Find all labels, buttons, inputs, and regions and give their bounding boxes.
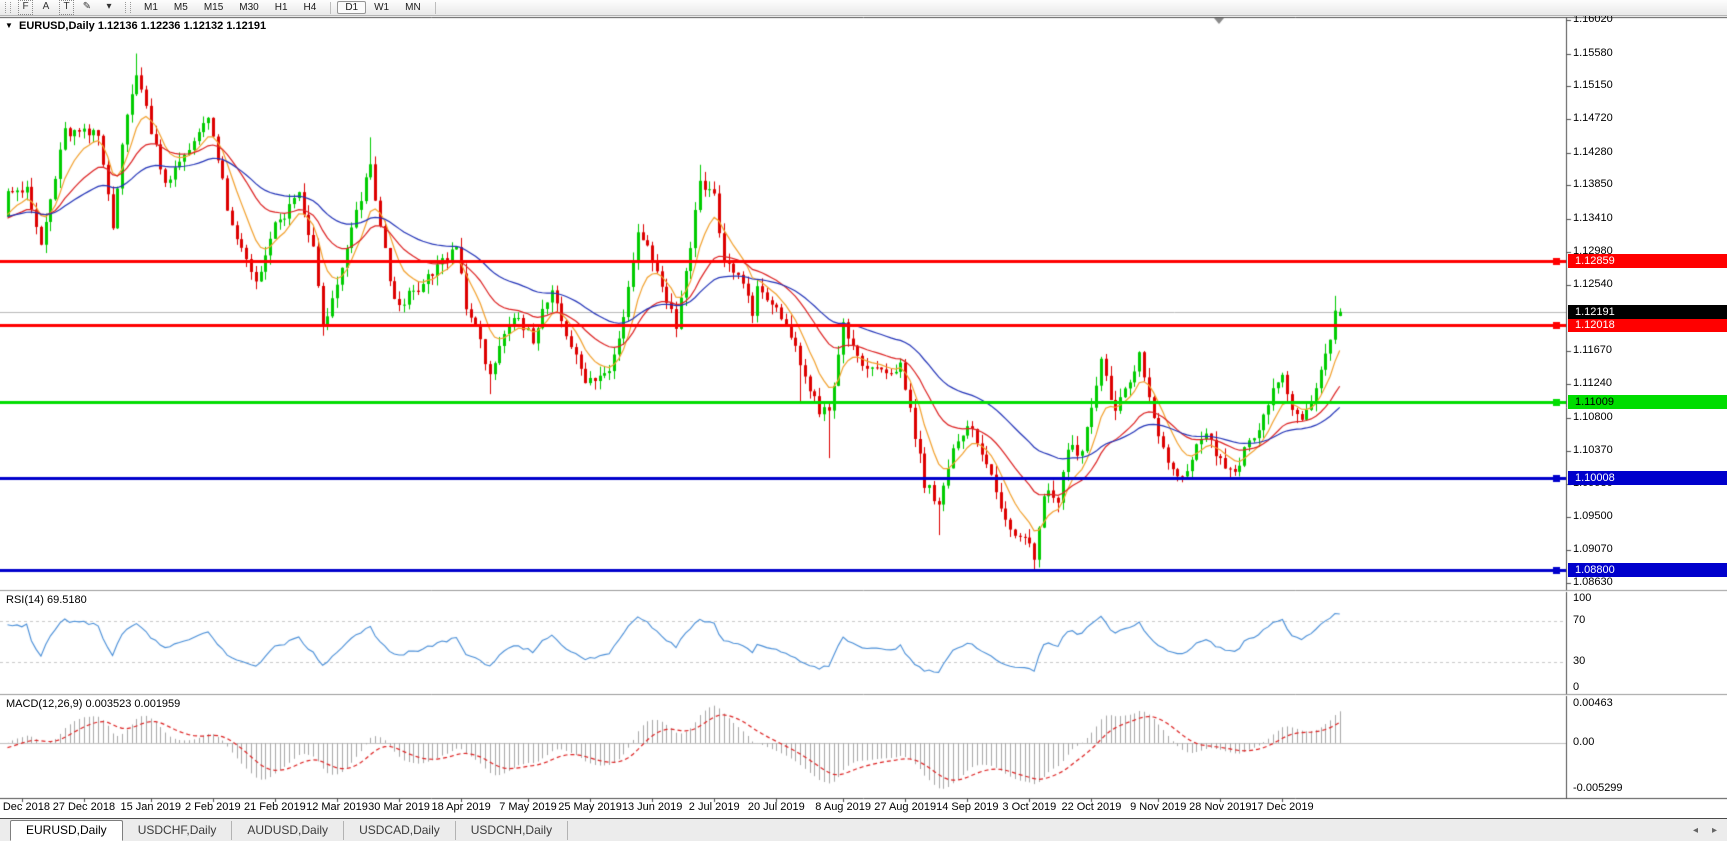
timeframe-button-H4[interactable]: H4 — [296, 1, 325, 14]
fibo-tool-icon[interactable]: F — [18, 0, 33, 15]
chart-tab-eurusd[interactable]: EURUSD,Daily — [10, 820, 123, 841]
draw-tool-caret-icon[interactable]: ▾ — [100, 1, 118, 14]
timeframe-button-M5[interactable]: M5 — [166, 1, 196, 14]
tabs-scroll-right-icon[interactable]: ▸ — [1712, 825, 1717, 836]
toolbar-grip-icon[interactable] — [125, 2, 131, 13]
timeframe-button-W1[interactable]: W1 — [366, 1, 397, 14]
draw-tool-icon[interactable]: ✎ — [78, 1, 96, 14]
timeframe-button-H1[interactable]: H1 — [267, 1, 296, 14]
timeframe-button-M30[interactable]: M30 — [231, 1, 266, 14]
tabs-scroll-left-icon[interactable]: ◂ — [1693, 825, 1698, 836]
toolbar-divider — [435, 2, 436, 14]
application-window: FAT✎▾ M1M5M15M30H1H4D1W1MN ▼ EURUSD,Dail… — [0, 0, 1727, 841]
timeframe-buttons-group: M1M5M15M30H1H4 D1W1MN — [136, 1, 429, 14]
chart-tab-usdcad[interactable]: USDCAD,Daily — [344, 821, 456, 840]
timeframe-button-D1[interactable]: D1 — [337, 1, 366, 14]
chart-tab-bar: EURUSD,DailyUSDCHF,DailyAUDUSD,DailyUSDC… — [0, 818, 1727, 841]
label-tool-icon[interactable]: T — [59, 0, 74, 15]
price-chart-canvas[interactable] — [0, 0, 1727, 841]
chart-tab-audusd[interactable]: AUDUSD,Daily — [232, 821, 344, 840]
drawing-tools-group: FAT ✎ ▾ — [16, 0, 120, 15]
chart-tab-usdcnh[interactable]: USDCNH,Daily — [456, 821, 568, 840]
timeframe-button-MN[interactable]: MN — [397, 1, 429, 14]
top-toolbar: FAT ✎ ▾ M1M5M15M30H1H4 D1W1MN — [0, 0, 1727, 16]
toolbar-divider — [330, 2, 331, 14]
toolbar-grip-icon[interactable] — [5, 2, 11, 13]
tab-scroll-arrows: ◂ ▸ — [1693, 819, 1727, 841]
chart-tab-usdchf[interactable]: USDCHF,Daily — [123, 821, 233, 840]
timeframe-button-M1[interactable]: M1 — [136, 1, 166, 14]
timeframe-button-M15[interactable]: M15 — [196, 1, 231, 14]
text-tool-icon[interactable]: A — [37, 1, 55, 14]
